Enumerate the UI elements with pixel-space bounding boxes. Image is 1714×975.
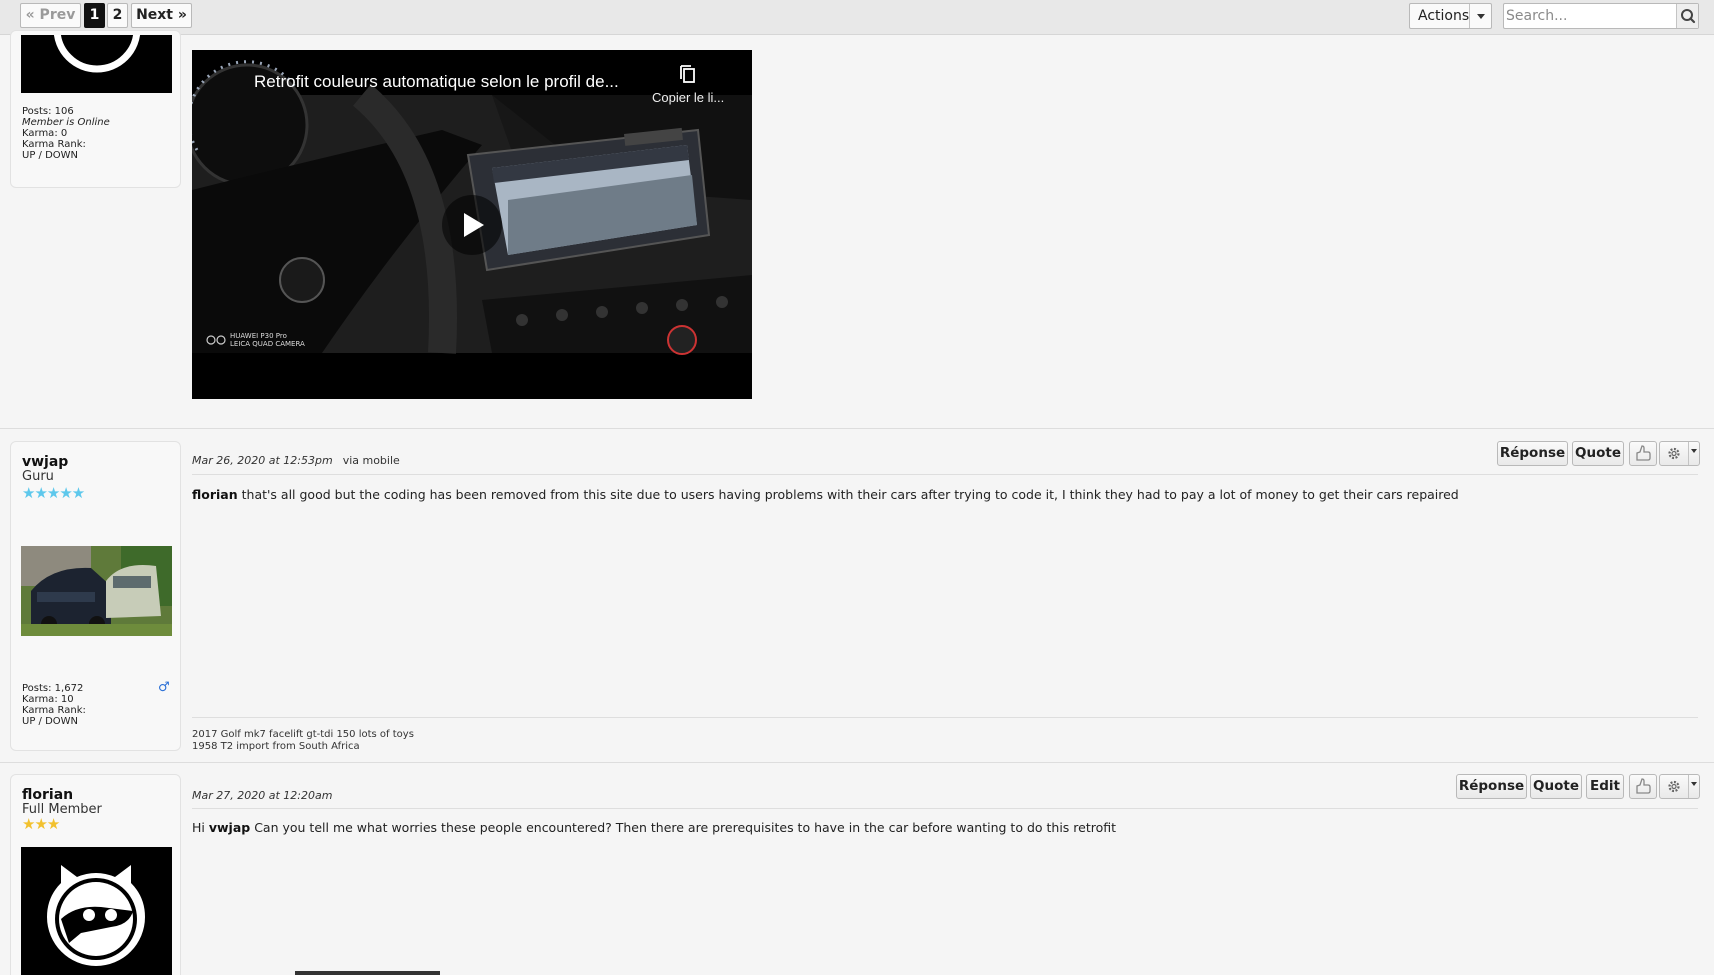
video-embed[interactable]: Retrofit couleurs automatique selon le p… — [192, 50, 752, 399]
karma: Karma: 10 — [22, 694, 74, 705]
avatar[interactable] — [21, 847, 172, 975]
avatar[interactable] — [21, 546, 172, 636]
user-mention[interactable]: vwjap — [209, 820, 250, 835]
search-box — [1503, 3, 1699, 29]
post-meta: Mar 27, 2020 at 12:20am — [192, 789, 332, 802]
thumbs-up-icon — [1636, 445, 1651, 461]
avatar-logo — [53, 35, 141, 73]
user-profile-card: florian Full Member ★★★ — [10, 774, 181, 975]
signature-divider — [192, 717, 1698, 718]
chevron-down-icon — [1477, 14, 1485, 19]
search-icon — [1681, 9, 1696, 24]
copy-link-button[interactable]: Copier le li... — [652, 90, 724, 105]
post-date[interactable]: Mar 27, 2020 at 12:20am — [192, 789, 332, 802]
pagination-toolbar: « Prev 1 2 Next » Actions — [0, 0, 1714, 35]
horizontal-scrollbar-thumb[interactable] — [295, 971, 440, 975]
signature-line-1: 2017 Golf mk7 facelift gt-tdi 150 lots o… — [192, 729, 414, 740]
male-gender-icon: ♂ — [158, 680, 170, 695]
video-title[interactable]: Retrofit couleurs automatique selon le p… — [254, 72, 619, 92]
quote-button[interactable]: Quote — [1530, 774, 1582, 799]
user-stats: Posts: 1,672 Karma: 10 Karma Rank: UP / … — [22, 683, 86, 727]
post-meta: Mar 26, 2020 at 12:53pm via mobile — [192, 454, 400, 467]
rank-stars: ★★★★★ — [22, 484, 85, 502]
gear-icon — [1668, 447, 1680, 460]
chevron-down-icon — [1691, 449, 1697, 453]
post-source: via mobile — [342, 454, 400, 467]
avatar-photo — [21, 546, 172, 636]
divider — [1688, 775, 1689, 798]
next-page-button[interactable]: Next » — [131, 3, 192, 28]
page-2-button[interactable]: 2 — [107, 3, 128, 28]
watermark-line-1: HUAWEI P30 Pro — [230, 332, 287, 340]
post-body: Hi vwjap Can you tell me what worries th… — [192, 820, 1116, 835]
watermark-line-2: LEICA QUAD CAMERA — [230, 340, 305, 348]
post-body: florian that's all good but the coding h… — [192, 487, 1459, 502]
rank-stars: ★★★ — [22, 815, 60, 833]
post-text: that's all good but the coding has been … — [237, 487, 1459, 502]
user-profile-card: Posts: 106 Member is Online Karma: 0 Kar… — [10, 30, 181, 188]
avatar — [21, 35, 172, 93]
post-signature: 2017 Golf mk7 facelift gt-tdi 150 lots o… — [192, 729, 414, 753]
post-divider — [192, 474, 1698, 475]
gear-icon — [1668, 780, 1680, 793]
post-options-button[interactable] — [1659, 774, 1700, 799]
actions-caret[interactable] — [1469, 4, 1491, 28]
post-options-button[interactable] — [1659, 441, 1700, 466]
post-count: Posts: 106 — [22, 106, 74, 117]
karma-rank: Karma Rank: — [22, 139, 86, 150]
post-date[interactable]: Mar 26, 2020 at 12:53pm — [192, 454, 333, 467]
page-1-button[interactable]: 1 — [84, 3, 105, 28]
user-rank: Guru — [22, 469, 54, 484]
post-text: Can you tell me what worries these peopl… — [250, 820, 1117, 835]
actions-dropdown[interactable]: Actions — [1409, 3, 1492, 29]
post-separator — [0, 762, 1714, 763]
like-button[interactable] — [1629, 774, 1657, 799]
vote-links[interactable]: UP / DOWN — [22, 716, 86, 727]
user-mention[interactable]: florian — [192, 487, 238, 502]
karma: Karma: 0 — [22, 128, 68, 139]
prev-page-button[interactable]: « Prev — [20, 3, 81, 28]
search-input[interactable] — [1506, 5, 1666, 27]
vote-links[interactable]: UP / DOWN — [22, 150, 110, 161]
divider — [1688, 442, 1689, 465]
reply-button[interactable]: Réponse — [1497, 441, 1568, 466]
signature-line-2: 1958 T2 import from South Africa — [192, 741, 360, 752]
avatar-logo — [47, 865, 145, 966]
post-divider — [192, 808, 1698, 809]
thumbs-up-icon — [1636, 778, 1651, 794]
post-count: Posts: 1,672 — [22, 683, 84, 694]
username-link[interactable]: vwjap — [22, 454, 68, 470]
video-watermark: HUAWEI P30 Pro LEICA QUAD CAMERA — [230, 332, 305, 348]
actions-label: Actions — [1418, 8, 1470, 24]
search-button[interactable] — [1676, 4, 1698, 28]
chevron-down-icon — [1691, 782, 1697, 786]
edit-button[interactable]: Edit — [1586, 774, 1624, 799]
karma-rank: Karma Rank: — [22, 705, 86, 716]
post-text-prefix: Hi — [192, 820, 209, 835]
post-separator — [0, 428, 1714, 429]
reply-button[interactable]: Réponse — [1456, 774, 1527, 799]
user-stats: Posts: 106 Member is Online Karma: 0 Kar… — [22, 106, 110, 161]
online-status: Member is Online — [22, 117, 110, 128]
user-profile-card: vwjap Guru ★★★★★ Posts: 1,672 Karma: 10 … — [10, 441, 181, 751]
quote-button[interactable]: Quote — [1572, 441, 1624, 466]
username-link[interactable]: florian — [22, 787, 73, 803]
like-button[interactable] — [1629, 441, 1657, 466]
